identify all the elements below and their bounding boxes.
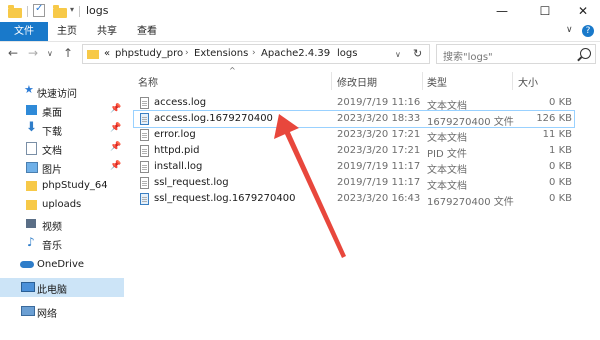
arrow-shaft — [284, 130, 346, 258]
annotation-arrow — [274, 114, 346, 258]
